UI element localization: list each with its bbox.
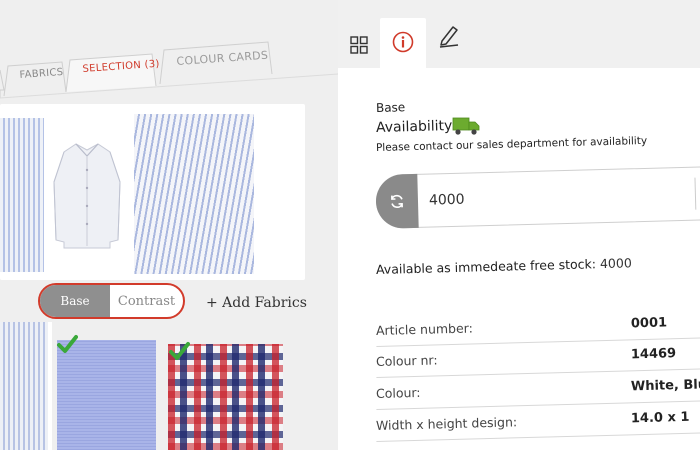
spec-value: 0001 (630, 315, 668, 332)
spec-label: Article number: (375, 320, 474, 338)
fabric-panel: FABRICS SELECTION (3) COLOUR CARDS Base … (0, 0, 338, 450)
quantity-input[interactable]: 4000 (428, 169, 629, 226)
fabric-swatch[interactable] (0, 322, 48, 450)
refresh-button[interactable] (375, 173, 419, 229)
availability-label: Availability: (375, 117, 457, 136)
spec-value: 14469 (630, 346, 677, 363)
tab-outline (0, 41, 338, 99)
quantity-stepper[interactable]: 4000 (375, 166, 700, 229)
details-panel: Base Availability: Please contact our sa… (338, 0, 700, 450)
spec-divider (376, 432, 700, 442)
app-screen: FABRICS SELECTION (3) COLOUR CARDS Base … (0, 0, 700, 450)
fabric-large-preview (134, 114, 254, 274)
info-icon[interactable] (392, 31, 414, 53)
fabric-swatch[interactable] (57, 340, 156, 450)
free-stock-text: Available as immedeate free stock: 4000 (376, 255, 632, 277)
fabric-stripe-preview (0, 118, 44, 272)
section-label: Base (375, 100, 406, 115)
tab-bar: FABRICS SELECTION (3) COLOUR CARDS (0, 0, 338, 100)
input-divider (694, 177, 697, 210)
check-icon (169, 342, 190, 360)
check-icon (57, 335, 78, 353)
grid-icon[interactable] (350, 36, 368, 54)
shirt-image (53, 143, 121, 249)
spec-label: Colour nr: (375, 352, 438, 369)
toggle-base[interactable]: Base (40, 285, 110, 317)
toggle-contrast[interactable]: Contrast (110, 285, 183, 317)
spec-label: Width x height design: (375, 414, 518, 433)
add-fabrics-button[interactable]: + Add Fabrics (206, 295, 307, 311)
spec-value: 14.0 x 1 (630, 409, 690, 427)
truck-icon (452, 117, 480, 135)
spec-value: White, Blu (630, 377, 700, 395)
edit-icon[interactable] (438, 24, 460, 48)
availability-note: Please contact our sales department for … (375, 134, 648, 154)
spec-label: Colour: (375, 384, 421, 401)
base-contrast-toggle[interactable]: Base Contrast (38, 283, 185, 319)
free-stock-label: Available as immedeate free stock: (375, 256, 597, 277)
refresh-icon (391, 194, 403, 208)
free-stock-value: 4000 (599, 255, 632, 272)
